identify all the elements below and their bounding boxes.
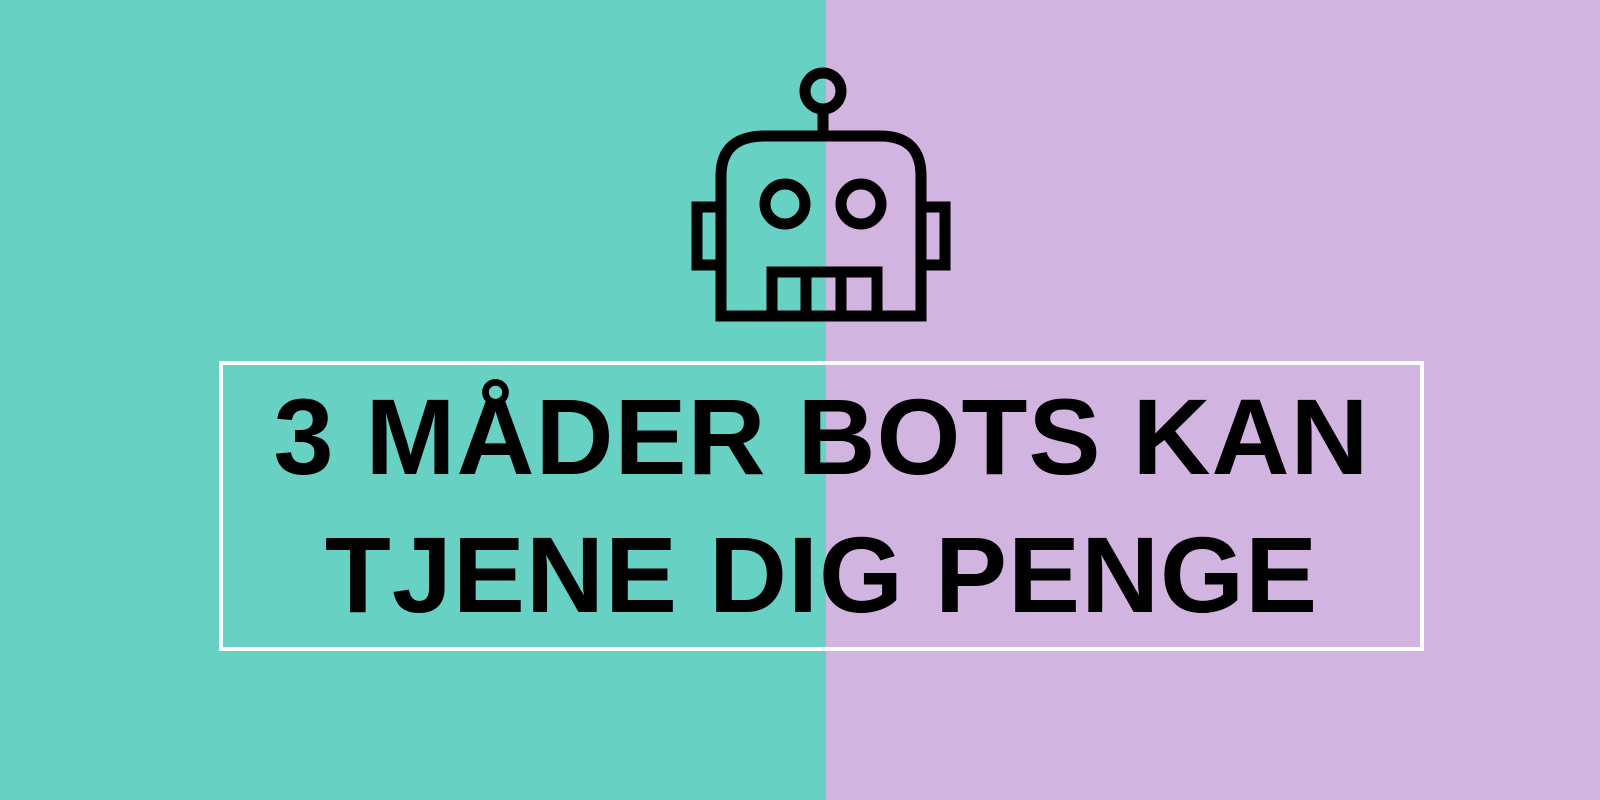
title-frame: 3 MÅDER BOTS KAN TJENE DIG PENGE: [219, 361, 1424, 651]
title-line-2: TJENE DIG PENGE: [324, 514, 1319, 635]
title-line-1: 3 MÅDER BOTS KAN: [273, 376, 1370, 497]
